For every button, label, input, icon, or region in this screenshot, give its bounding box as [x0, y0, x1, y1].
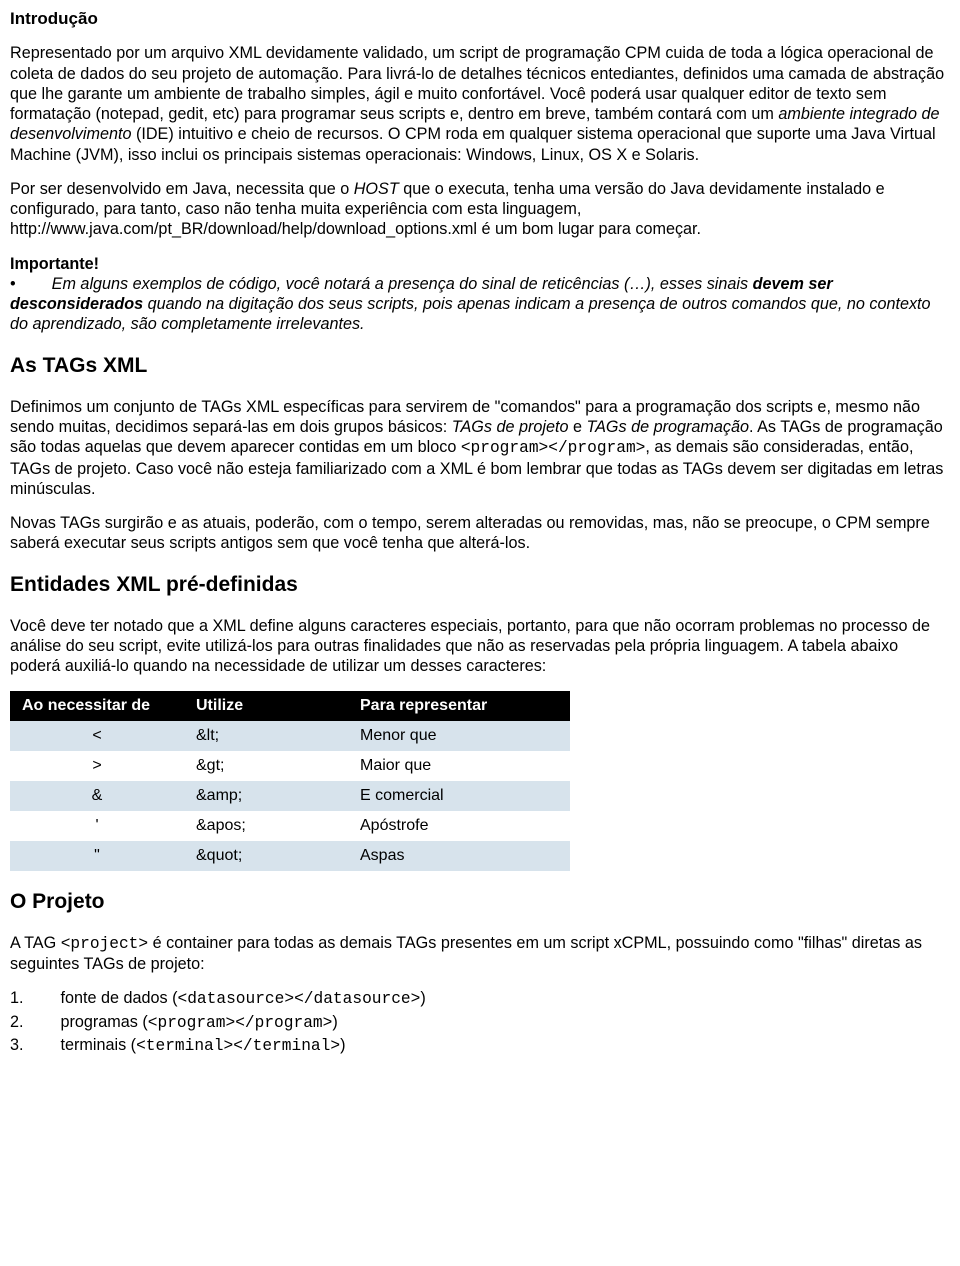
- th-utilize: Utilize: [184, 691, 348, 721]
- cell: &amp;: [184, 781, 348, 811]
- cell: Aspas: [348, 841, 570, 871]
- paragraph-intro: Representado por um arquivo XML devidame…: [10, 43, 950, 165]
- label-importante: Importante!: [10, 255, 99, 273]
- text-italic: TAGs de programação: [586, 418, 749, 436]
- cell: ': [10, 811, 184, 841]
- th-para-representar: Para representar: [348, 691, 570, 721]
- list-item: 3. terminais (<terminal></terminal>): [10, 1035, 950, 1056]
- text-italic: Em alguns exemplos de código, você notar…: [52, 275, 753, 293]
- table-row: > &gt; Maior que: [10, 751, 570, 781]
- text: fonte de dados (: [61, 989, 178, 1007]
- code-program-tag: <program></program>: [148, 1014, 333, 1032]
- paragraph-tags-1: Definimos um conjunto de TAGs XML especí…: [10, 397, 950, 499]
- code-program-tag: <program></program>: [461, 439, 646, 457]
- table-row: " &quot; Aspas: [10, 841, 570, 871]
- table-header-row: Ao necessitar de Utilize Para representa…: [10, 691, 570, 721]
- paragraph-tags-2: Novas TAGs surgirão e as atuais, poderão…: [10, 513, 950, 554]
- paragraph-importante: Importante! • Em alguns exemplos de códi…: [10, 254, 950, 335]
- text: (IDE) intuitivo e cheio de recursos. O C…: [10, 125, 936, 163]
- table-row: < &lt; Menor que: [10, 721, 570, 751]
- list-item: 1. fonte de dados (<datasource></datasou…: [10, 988, 950, 1009]
- cell: Menor que: [348, 721, 570, 751]
- cell: >: [10, 751, 184, 781]
- table-entidades: Ao necessitar de Utilize Para representa…: [10, 691, 570, 871]
- text-italic: TAGs de projeto: [452, 418, 569, 436]
- text: A TAG: [10, 934, 61, 952]
- cell: E comercial: [348, 781, 570, 811]
- table-row: & &amp; E comercial: [10, 781, 570, 811]
- cell: <: [10, 721, 184, 751]
- list-number: 2.: [10, 1012, 56, 1032]
- cell: &lt;: [184, 721, 348, 751]
- heading-introducao: Introdução: [10, 8, 950, 29]
- text: Por ser desenvolvido em Java, necessita …: [10, 180, 354, 198]
- cell: &apos;: [184, 811, 348, 841]
- list-number: 3.: [10, 1035, 56, 1055]
- list-projeto-tags: 1. fonte de dados (<datasource></datasou…: [10, 988, 950, 1056]
- cell: ": [10, 841, 184, 871]
- heading-o-projeto: O Projeto: [10, 889, 950, 915]
- text: e: [568, 418, 586, 436]
- bullet: •: [10, 275, 16, 293]
- cell: Maior que: [348, 751, 570, 781]
- table-row: ' &apos; Apóstrofe: [10, 811, 570, 841]
- list-item: 2. programas (<program></program>): [10, 1012, 950, 1033]
- text-host: HOST: [354, 180, 399, 198]
- paragraph-entidades: Você deve ter notado que a XML define al…: [10, 616, 950, 677]
- text: programas (: [61, 1013, 148, 1031]
- code-project-tag: <project>: [61, 935, 148, 953]
- cell: &gt;: [184, 751, 348, 781]
- th-ao-necessitar: Ao necessitar de: [10, 691, 184, 721]
- cell: Apóstrofe: [348, 811, 570, 841]
- text: ): [332, 1013, 337, 1031]
- heading-entidades-xml: Entidades XML pré-definidas: [10, 572, 950, 598]
- text: ): [420, 989, 425, 1007]
- text: terminais (: [61, 1036, 137, 1054]
- paragraph-projeto: A TAG <project> é container para todas a…: [10, 933, 950, 975]
- cell: &quot;: [184, 841, 348, 871]
- heading-tags-xml: As TAGs XML: [10, 353, 950, 379]
- code-terminal-tag: <terminal></terminal>: [136, 1037, 340, 1055]
- code-datasource-tag: <datasource></datasource>: [178, 990, 421, 1008]
- text: ): [340, 1036, 345, 1054]
- paragraph-java: Por ser desenvolvido em Java, necessita …: [10, 179, 950, 240]
- cell: &: [10, 781, 184, 811]
- list-number: 1.: [10, 988, 56, 1008]
- text-italic: quando na digitação dos seus scripts, po…: [10, 295, 931, 333]
